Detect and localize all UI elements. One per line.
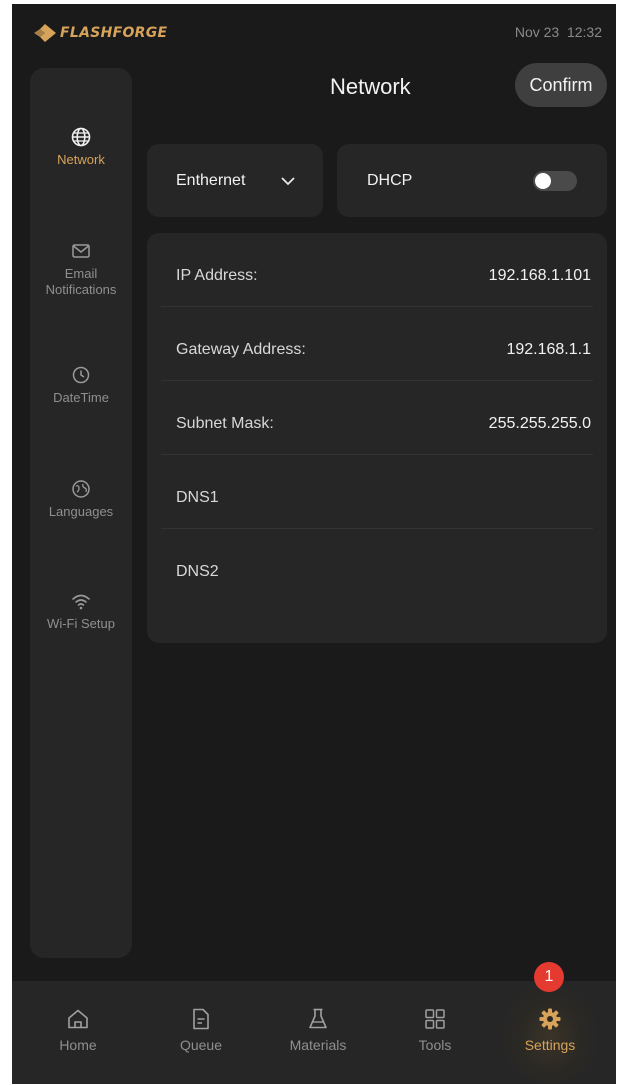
sidebar-item-label: DateTime xyxy=(53,390,109,405)
field-label: DNS1 xyxy=(176,489,219,506)
field-value: 192.168.1.1 xyxy=(506,341,591,358)
nav-label: Home xyxy=(59,1037,97,1053)
connection-type-dropdown[interactable]: Enthernet xyxy=(147,144,323,217)
nav-home[interactable]: Home xyxy=(28,1007,128,1055)
sidebar-item-datetime[interactable]: DateTime xyxy=(30,364,132,406)
status-bar: FLASHFORGE Nov 23 12:32 xyxy=(12,4,616,52)
brand-name: FLASHFORGE xyxy=(60,25,168,41)
bottom-nav: Home Queue Materials Tools Settings xyxy=(12,981,616,1084)
field-value: 255.255.255.0 xyxy=(488,415,591,432)
dns1-row[interactable]: DNS1 xyxy=(161,455,593,529)
connection-type-value: Enthernet xyxy=(176,172,246,189)
sidebar-item-email-notifications[interactable]: Email Notifications xyxy=(30,240,132,298)
grid-icon xyxy=(425,1009,445,1029)
language-globe-icon xyxy=(72,480,90,498)
chevron-down-icon xyxy=(281,177,295,186)
clock-icon xyxy=(72,366,90,384)
field-label: IP Address: xyxy=(176,267,258,284)
sidebar-item-label: Email Notifications xyxy=(45,266,117,297)
sidebar-item-wifi-setup[interactable]: Wi-Fi Setup xyxy=(30,590,132,632)
nav-materials[interactable]: Materials xyxy=(268,1007,368,1055)
sidebar-item-network[interactable]: Network xyxy=(30,126,132,168)
dhcp-card: DHCP xyxy=(337,144,607,217)
nav-label: Queue xyxy=(179,1037,223,1053)
nav-label: Tools xyxy=(418,1037,452,1053)
sidebar-item-label: Languages xyxy=(48,504,114,519)
nav-queue[interactable]: Queue xyxy=(151,1007,251,1055)
wifi-icon xyxy=(72,594,90,610)
page-title: Network xyxy=(330,74,411,99)
sidebar-item-label: Network xyxy=(57,152,105,167)
dhcp-label: DHCP xyxy=(367,172,413,189)
brand-logo: FLASHFORGE xyxy=(34,24,167,42)
date-time: Nov 23 12:32 xyxy=(514,24,602,40)
toggle-knob xyxy=(535,173,551,189)
screen: FLASHFORGE Nov 23 12:32 Network Email No… xyxy=(12,4,616,1084)
nav-settings[interactable]: Settings xyxy=(500,1007,600,1055)
subnet-mask-row[interactable]: Subnet Mask: 255.255.255.0 xyxy=(161,381,593,455)
nav-tools[interactable]: Tools xyxy=(385,1007,485,1055)
home-icon xyxy=(68,1009,88,1029)
dhcp-toggle[interactable] xyxy=(533,171,577,191)
flashforge-logo-icon xyxy=(34,24,56,42)
notification-badge: 1 xyxy=(534,962,564,992)
field-label: Gateway Address: xyxy=(176,341,306,358)
field-value: 192.168.1.101 xyxy=(488,267,591,284)
flask-icon xyxy=(309,1008,327,1029)
envelope-icon xyxy=(72,244,90,258)
globe-icon xyxy=(71,127,91,147)
document-icon xyxy=(193,1008,209,1030)
confirm-button[interactable]: Confirm xyxy=(515,63,607,107)
ip-address-row[interactable]: IP Address: 192.168.1.101 xyxy=(161,233,593,307)
field-label: Subnet Mask: xyxy=(176,415,274,432)
settings-sidebar: Network Email Notifications DateTime Lan… xyxy=(30,68,132,958)
sidebar-item-label: Wi-Fi Setup xyxy=(47,616,115,631)
gear-icon xyxy=(539,1008,561,1030)
network-fields-panel: IP Address: 192.168.1.101 Gateway Addres… xyxy=(147,233,607,643)
dns2-row[interactable]: DNS2 xyxy=(161,529,593,603)
nav-label: Materials xyxy=(289,1037,347,1053)
sidebar-item-languages[interactable]: Languages xyxy=(30,478,132,520)
field-label: DNS2 xyxy=(176,563,219,580)
gateway-address-row[interactable]: Gateway Address: 192.168.1.1 xyxy=(161,307,593,381)
nav-label: Settings xyxy=(524,1037,576,1053)
